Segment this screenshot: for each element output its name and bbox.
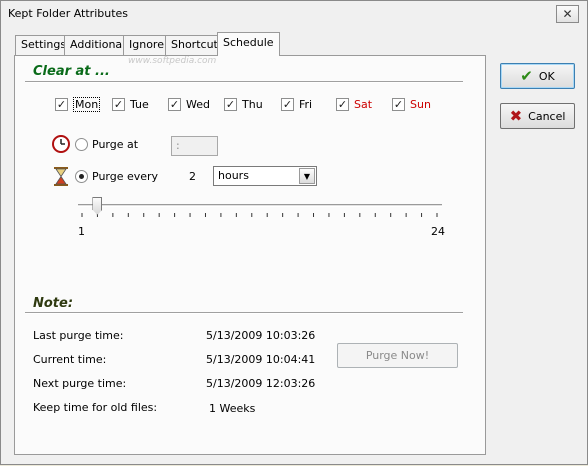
purge-at-label: Purge at xyxy=(92,138,139,151)
last-purge-value: 5/13/2009 10:03:26 xyxy=(206,329,316,342)
note-divider xyxy=(25,312,463,314)
checkbox-wed[interactable]: ✓ Wed xyxy=(168,97,210,111)
checkmark-icon: ✓ xyxy=(224,97,237,111)
checkbox-mon-label: Mon xyxy=(73,96,101,112)
cancel-button[interactable]: ✖ Cancel xyxy=(500,103,575,129)
checkbox-tue[interactable]: ✓ Tue xyxy=(112,97,149,111)
checkmark-icon: ✔ xyxy=(520,67,533,85)
checkbox-sat[interactable]: ✓ Sat xyxy=(336,97,372,111)
interval-unit-select[interactable]: hours ▼ xyxy=(213,166,317,186)
checkmark-icon: ✓ xyxy=(336,97,349,111)
checkbox-thu[interactable]: ✓ Thu xyxy=(224,97,263,111)
ok-button-label: OK xyxy=(538,69,555,83)
purge-interval-value[interactable]: 2 xyxy=(189,170,196,183)
current-time-value: 5/13/2009 10:04:41 xyxy=(206,353,316,366)
hourglass-icon xyxy=(54,167,68,186)
keep-time-value: 1 Weeks xyxy=(209,402,256,415)
checkbox-wed-label: Wed xyxy=(186,97,210,111)
checkmark-icon: ✓ xyxy=(392,97,405,111)
purge-now-button[interactable]: Purge Now! xyxy=(337,343,458,368)
interval-slider-thumb[interactable] xyxy=(92,197,103,215)
slider-min-label: 1 xyxy=(78,225,85,238)
checkbox-sat-label: Sat xyxy=(354,97,373,111)
checkbox-mon[interactable]: ✓ Mon xyxy=(55,96,101,112)
interval-slider-track[interactable] xyxy=(78,204,442,207)
cancel-x-icon: ✖ xyxy=(509,107,523,125)
purge-at-time-input[interactable]: : xyxy=(171,136,218,156)
purge-at-radio[interactable] xyxy=(75,138,88,151)
checkmark-icon: ✓ xyxy=(281,97,294,111)
next-purge-label: Next purge time: xyxy=(33,377,127,390)
purge-every-radio[interactable] xyxy=(75,170,88,183)
note-heading: Note: xyxy=(33,296,74,311)
alarm-clock-icon xyxy=(52,135,70,153)
dialog-window: Kept Folder Attributes ✕ Settings Additi… xyxy=(0,0,588,465)
checkbox-fri-label: Fri xyxy=(299,97,313,111)
checkbox-tue-label: Tue xyxy=(130,97,149,111)
clear-at-heading: Clear at ... xyxy=(33,64,110,79)
checkmark-icon: ✓ xyxy=(168,97,181,111)
checkbox-sun[interactable]: ✓ Sun xyxy=(392,97,431,111)
slider-max-label: 24 xyxy=(431,225,445,238)
chevron-down-icon: ▼ xyxy=(299,168,315,184)
current-time-label: Current time: xyxy=(33,353,107,366)
purge-every-label: Purge every xyxy=(92,170,159,183)
checkbox-thu-label: Thu xyxy=(242,97,263,111)
checkbox-fri[interactable]: ✓ Fri xyxy=(281,97,312,111)
checkmark-icon: ✓ xyxy=(55,97,68,111)
checkbox-sun-label: Sun xyxy=(410,97,431,111)
ok-button[interactable]: ✔ OK xyxy=(500,63,575,89)
last-purge-label: Last purge time: xyxy=(33,329,124,342)
watermark-text: www.softpedia.com xyxy=(128,56,217,66)
keep-time-label: Keep time for old files: xyxy=(33,401,158,414)
checkmark-icon: ✓ xyxy=(112,97,125,111)
clear-at-divider xyxy=(25,81,463,83)
interval-unit-value: hours xyxy=(218,169,249,182)
next-purge-value: 5/13/2009 12:03:26 xyxy=(206,377,316,390)
cancel-button-label: Cancel xyxy=(528,109,566,123)
